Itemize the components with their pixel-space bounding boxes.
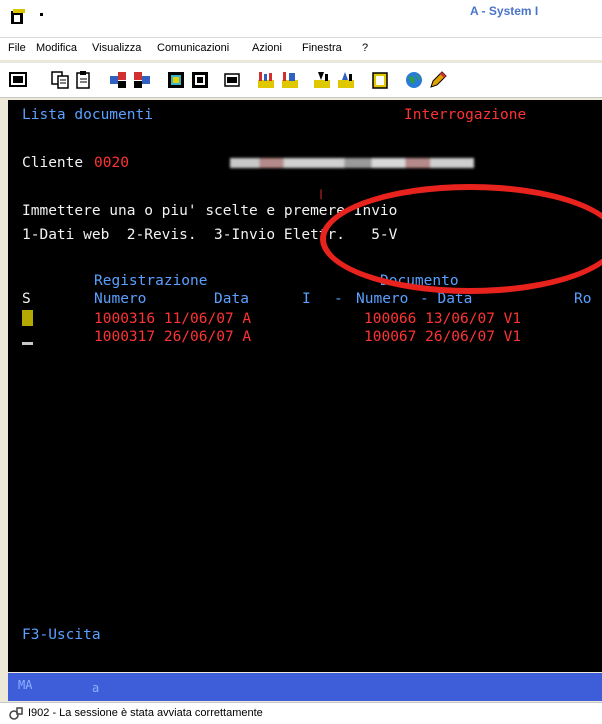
client-label: Cliente	[22, 155, 84, 171]
highlight-ellipse	[320, 184, 602, 294]
print-icon[interactable]	[222, 70, 242, 90]
emulator-window: A - System I File Modifica Visualizza Co…	[0, 0, 602, 724]
client-code: 0020	[94, 155, 129, 171]
oia-a-indicator: a	[92, 681, 100, 695]
receive-icon[interactable]	[132, 70, 152, 90]
menu-modifica[interactable]: Modifica	[36, 42, 77, 54]
col-dash: -	[334, 291, 343, 307]
col-ro: Ro	[574, 291, 592, 307]
col-i: I	[302, 291, 311, 307]
menu-azioni[interactable]: Azioni	[252, 42, 282, 54]
paste-icon[interactable]	[74, 70, 94, 90]
macro-record-icon[interactable]	[256, 70, 276, 90]
menu-comunicazioni[interactable]: Comunicazioni	[157, 42, 229, 54]
menu-visualizza[interactable]: Visualizza	[92, 42, 141, 54]
menu-finestra[interactable]: Finestra	[302, 42, 342, 54]
operator-info-area: MA a	[8, 673, 602, 701]
row-2-documento: 100067 26/06/07 V1	[364, 329, 522, 345]
display-icon[interactable]	[8, 70, 28, 90]
copy-icon[interactable]	[50, 70, 70, 90]
edit-icon[interactable]	[428, 70, 448, 90]
title-dot	[40, 13, 43, 16]
window-title: A - System I	[470, 4, 539, 18]
menu-bar: File Modifica Visualizza Comunicazioni A…	[0, 38, 602, 60]
transfer-up-icon[interactable]	[312, 70, 332, 90]
transfer-down-icon[interactable]	[336, 70, 356, 90]
title-bar: A - System I	[0, 0, 602, 38]
screen-alt-icon[interactable]	[190, 70, 210, 90]
row-1-documento: 100066 13/06/07 V1	[364, 311, 522, 327]
app-icon[interactable]	[10, 8, 26, 26]
mode-label: Interrogazione	[404, 107, 527, 123]
status-message: I902 - La sessione è stata avviata corre…	[28, 707, 263, 719]
col-reg-numero: Numero	[94, 291, 147, 307]
send-icon[interactable]	[108, 70, 128, 90]
col-select: S	[22, 291, 31, 307]
oia-ma-indicator: MA	[18, 678, 33, 692]
macro-play-icon[interactable]	[280, 70, 300, 90]
screen-icon[interactable]	[166, 70, 186, 90]
row-2-registrazione: 1000317 26/06/07 A	[94, 329, 252, 345]
redacted-client-name	[230, 158, 474, 168]
row-2-select-field[interactable]	[22, 342, 33, 345]
session-status-icon	[9, 707, 23, 720]
f3-exit-key[interactable]: F3-Uscita	[22, 626, 101, 644]
col-doc-numero: Numero	[356, 291, 409, 307]
row-1-registrazione: 1000316 11/06/07 A	[94, 311, 252, 327]
screen-title: Lista documenti	[22, 107, 153, 123]
toolbar	[0, 62, 602, 98]
globe-icon[interactable]	[404, 70, 424, 90]
menu-help[interactable]: ?	[362, 42, 368, 54]
row-1-select-field[interactable]	[22, 310, 33, 326]
header-registrazione: Registrazione	[94, 273, 208, 289]
clipboard-icon[interactable]	[370, 70, 390, 90]
col-reg-data: Data	[214, 291, 249, 307]
status-bar: I902 - La sessione è stata avviata corre…	[0, 702, 602, 724]
menu-file[interactable]: File	[8, 42, 26, 54]
